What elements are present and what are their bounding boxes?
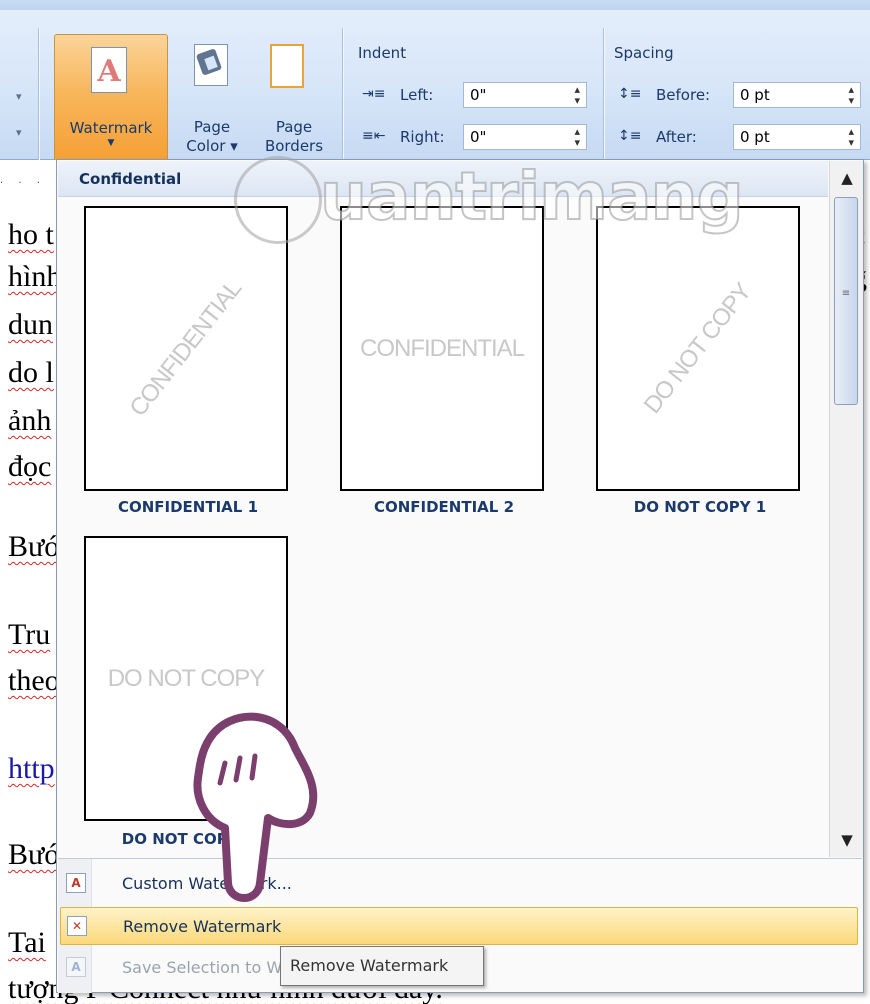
indent-right-value: 0": [470, 128, 487, 146]
spacing-after-value: 0 pt: [740, 128, 770, 146]
indent-left-label: Left:: [400, 86, 434, 104]
watermark-thumbnail-label: DO NOT COPY 1: [633, 498, 767, 516]
spinner-arrows-icon[interactable]: ▴ ▾: [574, 84, 580, 106]
scrollbar-thumb[interactable]: ≡: [834, 197, 858, 405]
page-borders-label-2: Borders: [264, 137, 324, 155]
watermark-thumbnail-confidential-1[interactable]: CONFIDENTIAL: [84, 206, 288, 491]
doc-line: Bướ: [8, 530, 61, 563]
page-color-label-2: Color ▾: [186, 137, 238, 155]
scroll-down-icon[interactable]: ▼: [830, 823, 864, 857]
watermark-button-label: Watermark: [69, 119, 153, 137]
ribbon-separator: [342, 28, 343, 163]
ribbon-separator: [603, 28, 604, 163]
watermark-thumbnail-label: CONFIDENTIAL 2: [373, 498, 515, 516]
indent-left-icon: ⇥≡: [362, 86, 386, 102]
page-borders-icon: [270, 44, 304, 88]
watermark-thumbnail-do-not-copy-2[interactable]: DO NOT COPY: [84, 536, 288, 821]
doc-line: Tai: [8, 926, 46, 959]
watermark-thumbnail-confidential-2[interactable]: CONFIDENTIAL: [340, 206, 544, 491]
spinner-arrows-icon[interactable]: ▴ ▾: [848, 84, 854, 106]
ribbon-tab-strip: [0, 0, 870, 10]
custom-watermark-menu-item[interactable]: A Custom Watermark...: [60, 865, 858, 903]
paint-bucket-icon: [194, 44, 228, 86]
watermark-preview-text: CONFIDENTIAL: [124, 275, 247, 422]
scroll-up-icon[interactable]: ▲: [830, 161, 864, 195]
spacing-before-icon: ↕≡: [618, 86, 642, 102]
watermark-preview-text: DO NOT COPY: [638, 278, 757, 419]
indent-left-value: 0": [470, 86, 487, 104]
indent-right-icon: ≡⇤: [362, 128, 386, 144]
remove-watermark-icon: ✕: [67, 916, 87, 936]
dropdown-arrow-icon[interactable]: ▾: [16, 90, 22, 103]
watermark-preview-text: DO NOT COPY: [107, 664, 266, 692]
doc-line: đọc: [8, 450, 52, 483]
tooltip-text: Remove Watermark: [290, 956, 449, 975]
page-borders-label: Page: [275, 118, 313, 136]
spacing-after-icon: ↕≡: [618, 128, 642, 144]
watermark-thumbnail-label: DO NOT COPY 2: [121, 830, 255, 848]
doc-link[interactable]: http: [8, 752, 55, 786]
chevron-down-icon: ▼: [107, 138, 115, 148]
doc-line: ảnh: [8, 404, 52, 437]
gallery-section-header: Confidential: [58, 161, 828, 197]
spacing-before-value: 0 pt: [740, 86, 770, 104]
tooltip: Remove Watermark: [280, 946, 484, 986]
spinner-arrows-icon[interactable]: ▴ ▾: [848, 126, 854, 148]
spinner-arrows-icon[interactable]: ▴ ▾: [574, 126, 580, 148]
custom-watermark-label: Custom Watermark...: [122, 874, 292, 893]
gallery-section-title: Confidential: [79, 170, 182, 188]
doc-line: ho t: [8, 218, 54, 251]
indent-right-spinner[interactable]: 0" ▴ ▾: [463, 124, 587, 150]
gallery-scrollbar[interactable]: ▲ ≡ ▼: [829, 161, 863, 857]
watermark-preview-text: CONFIDENTIAL: [359, 334, 525, 362]
doc-line: do l: [8, 356, 54, 389]
watermark-thumbnail-label: CONFIDENTIAL 1: [117, 498, 259, 516]
watermark-icon: A: [91, 47, 127, 93]
indent-right-label: Right:: [400, 128, 445, 146]
dropdown-arrow-icon[interactable]: ▾: [16, 126, 22, 139]
ribbon: ▾ ▾ A Watermark ▼ Page Color ▾ Page Bord…: [0, 10, 870, 164]
page-color-button[interactable]: Page Color ▾: [180, 34, 244, 164]
doc-line: Tru: [8, 618, 51, 651]
spacing-after-label: After:: [656, 128, 697, 146]
ribbon-separator: [38, 28, 39, 163]
doc-line: hình: [8, 260, 62, 293]
watermark-thumbnail-do-not-copy-1[interactable]: DO NOT COPY: [596, 206, 800, 491]
spacing-group-title: Spacing: [614, 44, 674, 62]
doc-line: Bướ: [8, 838, 61, 871]
watermark-gallery-dropdown: Confidential CONFIDENTIAL CONFIDENTIAL 1…: [56, 159, 864, 993]
indent-group-title: Indent: [358, 44, 407, 62]
spacing-before-spinner[interactable]: 0 pt ▴ ▾: [733, 82, 861, 108]
page-borders-button[interactable]: Page Borders: [254, 34, 334, 164]
save-selection-icon: A: [66, 957, 86, 977]
remove-watermark-menu-item[interactable]: ✕ Remove Watermark: [60, 907, 858, 945]
page-color-label: Page: [193, 118, 231, 136]
spacing-after-spinner[interactable]: 0 pt ▴ ▾: [733, 124, 861, 150]
watermark-button[interactable]: A Watermark ▼: [54, 34, 168, 164]
doc-line: dun: [8, 308, 53, 341]
doc-line: theo: [8, 664, 60, 697]
custom-watermark-icon: A: [66, 873, 86, 893]
spacing-before-label: Before:: [656, 86, 711, 104]
indent-left-spinner[interactable]: 0" ▴ ▾: [463, 82, 587, 108]
remove-watermark-label: Remove Watermark: [123, 917, 282, 936]
